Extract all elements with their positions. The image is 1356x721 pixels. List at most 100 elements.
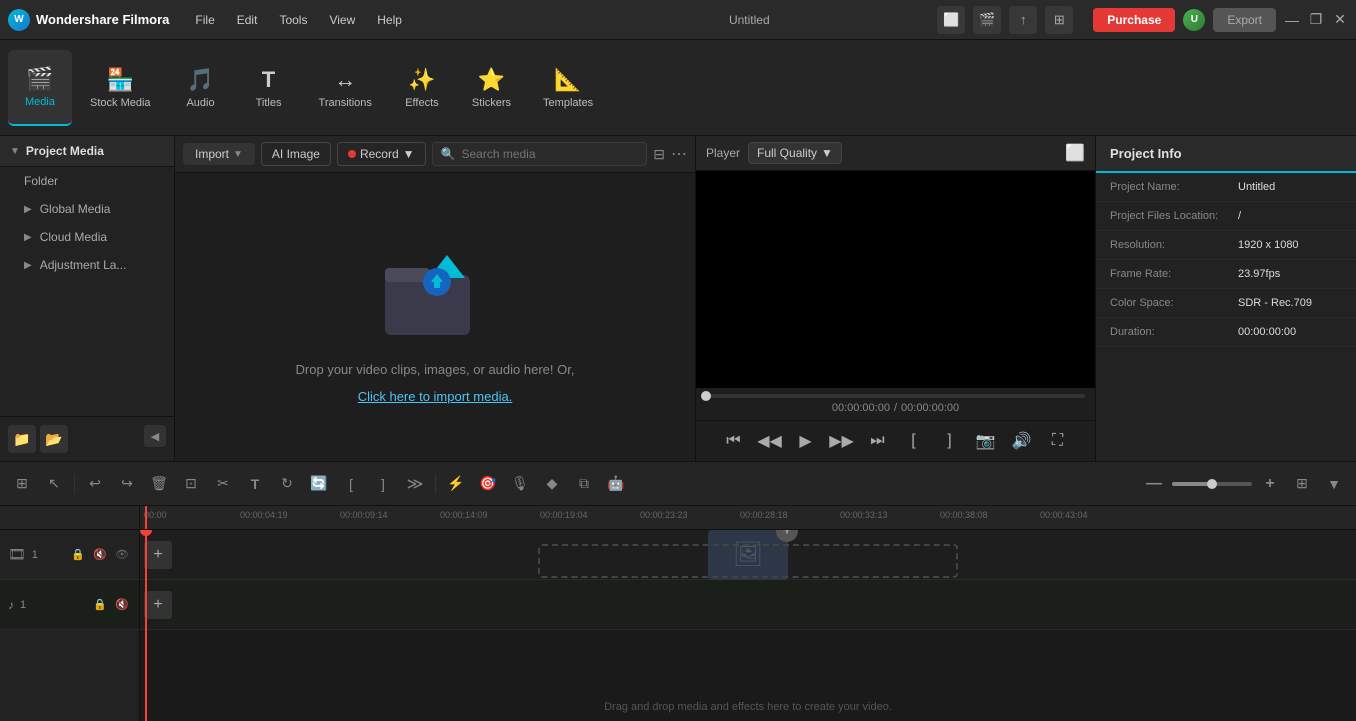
prev-frame-button[interactable]: ◀◀ bbox=[756, 427, 784, 455]
share-icon[interactable]: ↑ bbox=[1009, 6, 1037, 34]
menu-edit[interactable]: Edit bbox=[227, 9, 268, 31]
menu-tools[interactable]: Tools bbox=[269, 9, 317, 31]
next-frame-button[interactable]: ▶▶ bbox=[828, 427, 856, 455]
ruler-mark-2: 00:00:09:14 bbox=[340, 510, 388, 520]
undo-button[interactable]: ↩ bbox=[81, 470, 109, 498]
redo-button[interactable]: ↪ bbox=[113, 470, 141, 498]
skip-back-button[interactable]: ⏮ bbox=[720, 427, 748, 455]
toolbar-item-stickers[interactable]: ⭐ Stickers bbox=[458, 50, 525, 126]
text-button[interactable]: T bbox=[241, 470, 269, 498]
player-progress[interactable]: 00:00:00:00 / 00:00:00:00 bbox=[696, 388, 1095, 420]
ai-image-button[interactable]: AI Image bbox=[261, 142, 331, 166]
minimize-button[interactable]: — bbox=[1284, 12, 1300, 28]
toolbar-item-media[interactable]: 🎬 Media bbox=[8, 50, 72, 126]
zoom-slider[interactable] bbox=[1172, 482, 1252, 486]
zoom-in-button[interactable]: + bbox=[1256, 470, 1284, 498]
stock-media-icon: 🏪 bbox=[107, 67, 134, 93]
menu-help[interactable]: Help bbox=[367, 9, 412, 31]
progress-thumb[interactable] bbox=[701, 391, 711, 401]
timeline-select-button[interactable]: ↖ bbox=[40, 470, 68, 498]
sidebar-item-cloud-media[interactable]: ▶ Cloud Media bbox=[0, 223, 174, 251]
audio-tl-button[interactable]: 🎙 bbox=[506, 470, 534, 498]
mark-out-button[interactable]: ] bbox=[936, 427, 964, 455]
drop-link[interactable]: Click here to import media. bbox=[358, 389, 513, 404]
video-track-visible[interactable]: 👁 bbox=[113, 546, 131, 564]
ruler-mark-5: 00:00:23:23 bbox=[640, 510, 688, 520]
import-button[interactable]: Import ▼ bbox=[183, 143, 255, 165]
project-media-header[interactable]: ▼ Project Media bbox=[0, 136, 174, 167]
export-button[interactable]: Export bbox=[1213, 8, 1276, 32]
progress-bar[interactable] bbox=[706, 394, 1085, 398]
adjustment-layer-arrow: ▶ bbox=[24, 260, 32, 271]
toolbar-item-stock-media[interactable]: 🏪 Stock Media bbox=[76, 50, 165, 126]
mark-in-button[interactable]: [ bbox=[900, 427, 928, 455]
stickers-icon: ⭐ bbox=[478, 67, 505, 93]
pip-button[interactable]: ⧉ bbox=[570, 470, 598, 498]
toolbar-item-transitions[interactable]: ↔ Transitions bbox=[305, 50, 386, 126]
timeline-playhead[interactable] bbox=[145, 530, 147, 721]
user-avatar[interactable]: U bbox=[1183, 9, 1205, 31]
speed-button[interactable]: ⚡ bbox=[442, 470, 470, 498]
expand-button[interactable]: ≫ bbox=[401, 470, 429, 498]
delete-button[interactable]: 🗑 bbox=[145, 470, 173, 498]
import-link[interactable]: Click here to import media. bbox=[358, 389, 513, 404]
audio-track-lock[interactable]: 🔒 bbox=[91, 596, 109, 614]
rotate-button[interactable]: ↻ bbox=[273, 470, 301, 498]
add-media-icon[interactable]: + bbox=[776, 530, 798, 542]
snapshot-button[interactable]: 📷 bbox=[972, 427, 1000, 455]
audio-track-mute[interactable]: 🔇 bbox=[113, 596, 131, 614]
media-icon[interactable]: 🎬 bbox=[973, 6, 1001, 34]
sidebar-item-folder[interactable]: Folder bbox=[0, 167, 174, 195]
video-track-icon: 🎞 bbox=[8, 546, 26, 563]
timeline-layout-button[interactable]: ⊞ bbox=[8, 470, 36, 498]
grid-view-button[interactable]: ⊞ bbox=[1288, 470, 1316, 498]
menu-view[interactable]: View bbox=[319, 9, 365, 31]
player-controls: ⏮ ◀◀ ▶ ▶▶ ⏭ [ ] 📷 🔊 ⛶ bbox=[696, 420, 1095, 461]
record-button[interactable]: Record ▼ bbox=[337, 142, 426, 166]
toolbar-item-templates[interactable]: 📐 Templates bbox=[529, 50, 607, 126]
stabilize-button[interactable]: 🎯 bbox=[474, 470, 502, 498]
sidebar-item-global-media[interactable]: ▶ Global Media bbox=[0, 195, 174, 223]
media-content: Drop your video clips, images, or audio … bbox=[175, 173, 695, 461]
toolbar-item-audio[interactable]: 🎵 Audio bbox=[169, 50, 233, 126]
mark-in-tl-button[interactable]: [ bbox=[337, 470, 365, 498]
toolbar-item-titles[interactable]: T Titles bbox=[237, 50, 301, 126]
search-box[interactable]: 🔍 bbox=[432, 142, 648, 166]
purchase-button[interactable]: Purchase bbox=[1093, 8, 1175, 32]
zoom-out-button[interactable]: — bbox=[1140, 470, 1168, 498]
grid-settings-button[interactable]: ▼ bbox=[1320, 470, 1348, 498]
keyframe-button[interactable]: ◆ bbox=[538, 470, 566, 498]
skip-fwd-button[interactable]: ⏭ bbox=[864, 427, 892, 455]
restore-button[interactable]: ❐ bbox=[1308, 12, 1324, 28]
more-icon[interactable]: ⋯ bbox=[671, 144, 687, 164]
video-track-mute[interactable]: 🔇 bbox=[91, 546, 109, 564]
volume-button[interactable]: 🔊 bbox=[1008, 427, 1036, 455]
toolbar-item-effects[interactable]: ✨ Effects bbox=[390, 50, 454, 126]
loop-button[interactable]: 🔄 bbox=[305, 470, 333, 498]
sidebar-item-adjustment-layer[interactable]: ▶ Adjustment La... bbox=[0, 251, 174, 279]
close-button[interactable]: ✕ bbox=[1332, 12, 1348, 28]
ai-tools-button[interactable]: 🤖 bbox=[602, 470, 630, 498]
split-button[interactable]: ✂ bbox=[209, 470, 237, 498]
monitor-icon[interactable]: ⬜ bbox=[937, 6, 965, 34]
play-button[interactable]: ▶ bbox=[792, 427, 820, 455]
player-settings-icon[interactable]: ⬜ bbox=[1065, 143, 1085, 163]
video-track-lock[interactable]: 🔒 bbox=[69, 546, 87, 564]
add-video-clip-button[interactable]: + bbox=[144, 541, 172, 569]
quality-select[interactable]: Full Quality ▼ bbox=[748, 142, 842, 164]
video-drop-zone[interactable] bbox=[538, 544, 958, 578]
search-input[interactable] bbox=[461, 147, 638, 161]
project-info-tab[interactable]: Project Info bbox=[1096, 136, 1356, 173]
new-folder-button[interactable]: 📂 bbox=[40, 425, 68, 453]
mark-out-tl-button[interactable]: ] bbox=[369, 470, 397, 498]
collapse-sidebar-button[interactable]: ◀ bbox=[144, 425, 166, 447]
crop-button[interactable]: ⊡ bbox=[177, 470, 205, 498]
layout-icon[interactable]: ⊞ bbox=[1045, 6, 1073, 34]
menu-file[interactable]: File bbox=[185, 9, 224, 31]
add-audio-clip-button[interactable]: + bbox=[144, 591, 172, 619]
zoom-slider-thumb[interactable] bbox=[1207, 479, 1217, 489]
fullscreen-button[interactable]: ⛶ bbox=[1044, 427, 1072, 455]
filter-icon[interactable]: ⊟ bbox=[653, 146, 665, 163]
add-folder-button[interactable]: 📁 bbox=[8, 425, 36, 453]
adjustment-layer-label: Adjustment La... bbox=[40, 258, 127, 272]
